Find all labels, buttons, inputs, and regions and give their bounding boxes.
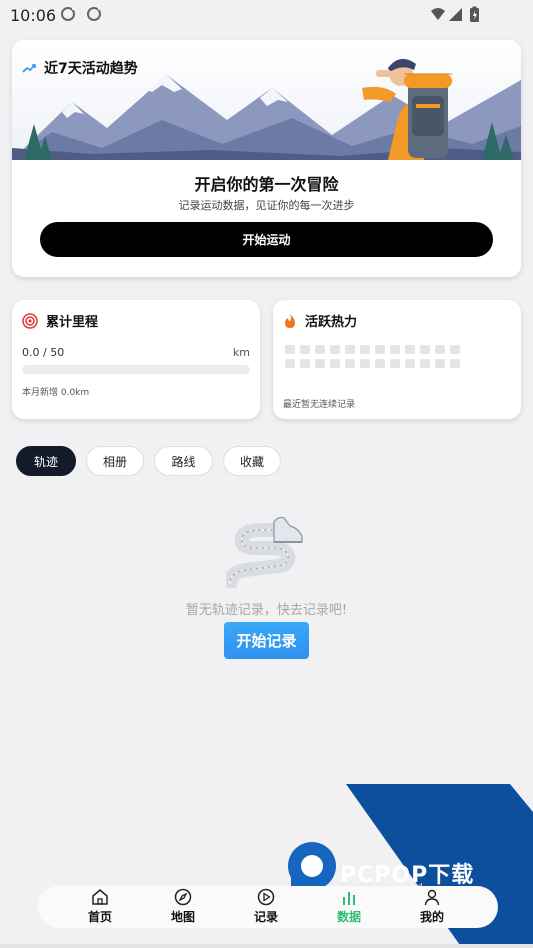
heat-cell xyxy=(300,345,310,354)
tab-favorites[interactable]: 收藏 xyxy=(223,446,281,476)
empty-message: 暂无轨迹记录，快去记录吧! xyxy=(185,603,348,618)
home-icon xyxy=(92,889,108,905)
heat-cell xyxy=(390,359,400,368)
nav-map-label: 地图 xyxy=(170,910,195,924)
nav-home-label: 首页 xyxy=(87,910,112,924)
heat-cell xyxy=(390,345,400,354)
activity-heat-card[interactable]: 活跃热力 最近暂无连续记录 xyxy=(273,300,521,419)
heat-cell xyxy=(360,359,370,368)
status-time: 10:06 xyxy=(10,6,57,25)
mileage-title: 累计里程 xyxy=(46,315,99,330)
heat-cell xyxy=(285,345,295,354)
heat-cell xyxy=(315,345,325,354)
heat-cell xyxy=(345,359,355,368)
heat-cell xyxy=(345,345,355,354)
start-record-button[interactable]: 开始记录 xyxy=(224,622,309,659)
activity-title: 活跃热力 xyxy=(305,315,358,330)
heat-cell xyxy=(330,345,340,354)
home-indicator xyxy=(0,944,533,948)
mileage-note: 本月新增 0.0km xyxy=(22,388,90,398)
target-icon xyxy=(22,312,38,329)
sync-icon xyxy=(87,6,102,21)
heat-cell xyxy=(360,345,370,354)
tab-album[interactable]: 相册 xyxy=(86,446,144,476)
mileage-unit: km xyxy=(232,346,250,359)
trend-header[interactable]: 近7天活动趋势 xyxy=(22,58,138,78)
user-icon xyxy=(424,889,440,906)
heat-cell xyxy=(285,359,295,368)
heat-cell xyxy=(375,345,385,354)
nav-profile[interactable]: 我的 xyxy=(412,888,452,926)
heat-cell xyxy=(420,359,430,368)
signal-icon xyxy=(449,8,462,21)
hero-title: 开启你的第一次冒险 xyxy=(194,175,339,194)
compass-icon xyxy=(174,888,192,906)
mileage-value: 0.0 / 50 xyxy=(22,346,65,359)
nav-profile-label: 我的 xyxy=(419,910,444,924)
status-bar: 10:06 xyxy=(0,0,533,30)
nav-map[interactable]: 地图 xyxy=(163,888,203,926)
heat-cell xyxy=(405,359,415,368)
nav-data[interactable]: 数据 xyxy=(329,888,369,926)
trend-label: 近7天活动趋势 xyxy=(44,61,138,77)
hero-card: 近7天活动趋势 开启你的第一次冒险 记录运动数据，见证你的每一次进步 开始运动 xyxy=(12,40,521,277)
heat-cell xyxy=(405,345,415,354)
wifi-icon xyxy=(431,8,445,20)
heat-cell xyxy=(375,359,385,368)
heat-cell xyxy=(420,345,430,354)
heat-cell xyxy=(300,359,310,368)
tab-route[interactable]: 路线 xyxy=(154,446,213,476)
nav-record-label: 记录 xyxy=(253,910,278,924)
heat-grid xyxy=(285,345,517,368)
trend-up-icon xyxy=(22,64,36,73)
bottom-nav: 首页 地图 记录 数据 我的 xyxy=(38,886,498,928)
heat-cell xyxy=(315,359,325,368)
mileage-progress-bar xyxy=(22,365,250,374)
status-indicators xyxy=(431,6,479,22)
play-icon xyxy=(257,888,275,906)
shoe-path-illustration xyxy=(226,516,303,588)
hero-subtitle: 记录运动数据，见证你的每一次进步 xyxy=(178,199,355,212)
filter-tabs: 轨迹 相册 路线 收藏 xyxy=(16,446,281,476)
bar-chart-icon xyxy=(343,892,355,905)
mileage-card[interactable]: 累计里程 0.0 / 50 km 本月新增 0.0km xyxy=(12,300,260,419)
flame-icon xyxy=(285,313,295,328)
tab-track[interactable]: 轨迹 xyxy=(16,446,76,476)
nav-data-label: 数据 xyxy=(336,910,361,924)
nav-record[interactable]: 记录 xyxy=(246,888,286,926)
heat-cell xyxy=(330,359,340,368)
activity-header: 活跃热力 xyxy=(283,311,357,330)
activity-note: 最近暂无连续记录 xyxy=(283,400,356,410)
heat-cell xyxy=(450,345,460,354)
heat-cell xyxy=(450,359,460,368)
nav-home[interactable]: 首页 xyxy=(80,888,120,926)
heat-cell xyxy=(435,345,445,354)
heat-cell xyxy=(435,359,445,368)
start-exercise-button[interactable]: 开始运动 xyxy=(40,222,493,257)
sync-icon xyxy=(61,6,76,21)
mileage-header: 累计里程 xyxy=(22,311,98,330)
